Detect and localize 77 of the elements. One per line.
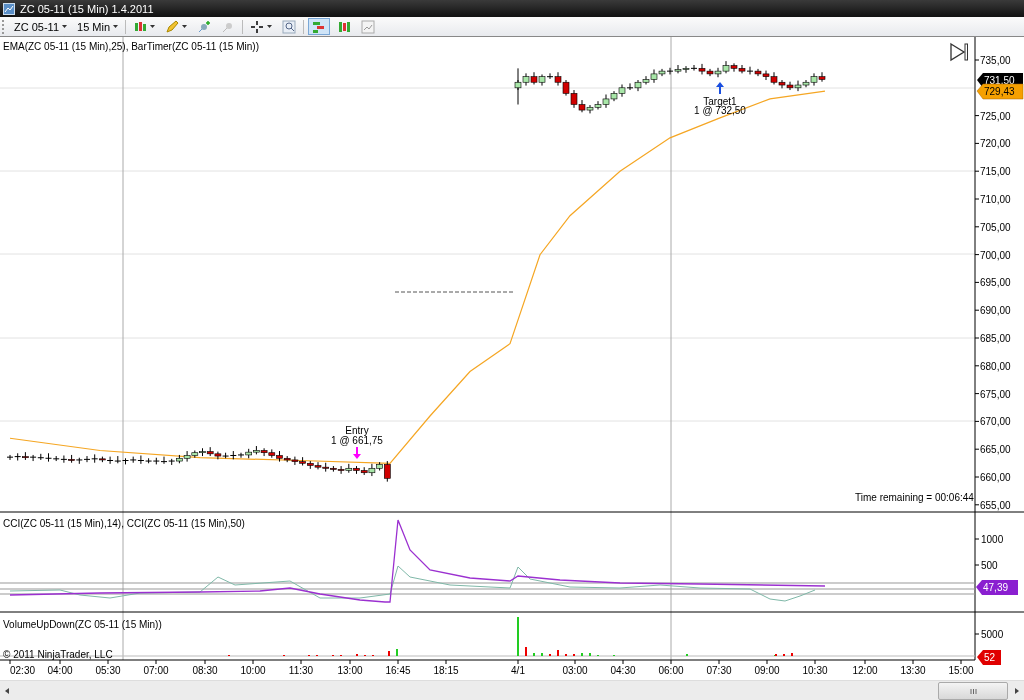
time-axis-label: 12:00 bbox=[852, 665, 878, 676]
price-axis-label: 710,00 bbox=[980, 194, 1011, 205]
entry-arrow-icon bbox=[353, 447, 361, 459]
volume-value-tag: 52 bbox=[977, 650, 1001, 665]
caret-icon bbox=[182, 25, 188, 28]
cci-axis-label: 1000 bbox=[981, 534, 1004, 545]
price-axis-label: 685,00 bbox=[980, 333, 1011, 344]
target-label: Target1 bbox=[703, 96, 737, 107]
skip-to-end-icon[interactable] bbox=[950, 42, 968, 62]
time-axis-label: 4/1 bbox=[511, 665, 525, 676]
crosshair-icon bbox=[250, 19, 265, 34]
copyright-text: © 2011 NinjaTrader, LLC bbox=[3, 649, 113, 660]
time-axis-label: 04:00 bbox=[47, 665, 73, 676]
price-axis-label: 660,00 bbox=[980, 472, 1011, 483]
chart-icon bbox=[361, 19, 376, 34]
chart-app-icon bbox=[3, 2, 15, 15]
time-axis-label: 13:00 bbox=[337, 665, 363, 676]
time-remaining-text: Time remaining = 00:06:44 bbox=[855, 492, 974, 503]
time-axis-label: 07:00 bbox=[143, 665, 169, 676]
price-axis-label: 690,00 bbox=[980, 305, 1011, 317]
candlestick-icon bbox=[337, 19, 352, 34]
candle-wick bbox=[517, 67, 519, 105]
price-axis-label: 665,00 bbox=[980, 444, 1011, 456]
price-axis-label: 715,00 bbox=[980, 166, 1011, 178]
target-arrow-icon bbox=[716, 82, 724, 94]
grip-icon bbox=[969, 688, 977, 694]
order-panel-button[interactable] bbox=[308, 18, 331, 35]
horizontal-scrollbar[interactable] bbox=[0, 680, 1024, 700]
ema-value-tag: 729,43 bbox=[976, 83, 1024, 100]
caret-icon bbox=[62, 25, 68, 28]
magnifier-icon bbox=[282, 19, 297, 34]
time-axis-label: 11:30 bbox=[288, 665, 314, 676]
bars-icon bbox=[312, 19, 327, 34]
scroll-thumb[interactable] bbox=[938, 682, 1008, 700]
indicator-label: CCI(ZC 05-11 (15 Min),14), CCI(ZC 05-11 (15 Min),50) bbox=[3, 518, 245, 529]
entry-detail: 1 @ 661,75 bbox=[331, 435, 383, 446]
price-axis-label: 705,00 bbox=[980, 221, 1011, 233]
price-axis-label: 695,00 bbox=[980, 277, 1011, 289]
candlestick-icon bbox=[133, 19, 148, 34]
time-axis-label: 07:30 bbox=[706, 665, 732, 676]
right-arrow-icon bbox=[1015, 688, 1019, 694]
time-axis-label: 13:30 bbox=[900, 665, 926, 676]
indicator-label: EMA(ZC 05-11 (15 Min),25), BarTimer(ZC 05-11 (15 Min)) bbox=[3, 41, 259, 52]
pin-plus-icon bbox=[197, 19, 212, 34]
pencil-icon bbox=[165, 19, 180, 34]
price-axis-label: 720,00 bbox=[980, 138, 1011, 150]
price-axis-label: 725,00 bbox=[980, 110, 1011, 122]
price-axis-label: 670,00 bbox=[980, 416, 1011, 428]
cci-value-tag: 47,39 bbox=[976, 580, 1018, 595]
price-axis-label: 680,00 bbox=[980, 360, 1011, 372]
price-axis-label: 735,00 bbox=[980, 55, 1011, 66]
price-axis-label: 655,00 bbox=[980, 499, 1011, 511]
window-title: ZC 05-11 (15 Min) 1.4.2011 bbox=[20, 2, 154, 15]
time-axis-label: 06:00 bbox=[658, 665, 684, 676]
time-axis-label: 15:00 bbox=[948, 665, 974, 676]
time-axis-label: 16:45 bbox=[385, 665, 411, 676]
time-axis-label: 05:30 bbox=[95, 665, 121, 676]
time-axis-label: 02:30 bbox=[10, 665, 36, 676]
caret-icon bbox=[150, 25, 156, 28]
time-axis-label: 03:00 bbox=[562, 665, 588, 676]
time-axis-label: 04:30 bbox=[610, 665, 636, 676]
instrument-dropdown[interactable]: ZC 05-11 bbox=[11, 18, 71, 35]
time-axis-label: 10:30 bbox=[802, 665, 828, 676]
time-axis-label: 10:00 bbox=[240, 665, 266, 676]
volume-axis-label: 5000 bbox=[981, 629, 1004, 640]
cci-axis-label: 500 bbox=[981, 560, 998, 571]
price-axis-label: 700,00 bbox=[980, 249, 1011, 261]
caret-icon bbox=[113, 25, 119, 28]
price-axis-label: 675,00 bbox=[980, 388, 1011, 400]
time-axis-label: 08:30 bbox=[192, 665, 218, 676]
interval-dropdown[interactable]: 15 Min bbox=[74, 18, 122, 35]
time-axis-label: 09:00 bbox=[754, 665, 780, 676]
caret-icon bbox=[267, 25, 273, 28]
indicator-label: VolumeUpDown(ZC 05-11 (15 Min)) bbox=[3, 619, 162, 630]
time-axis-label: 18:15 bbox=[433, 665, 459, 676]
entry-label: Entry bbox=[345, 425, 369, 436]
left-arrow-icon bbox=[5, 688, 9, 694]
